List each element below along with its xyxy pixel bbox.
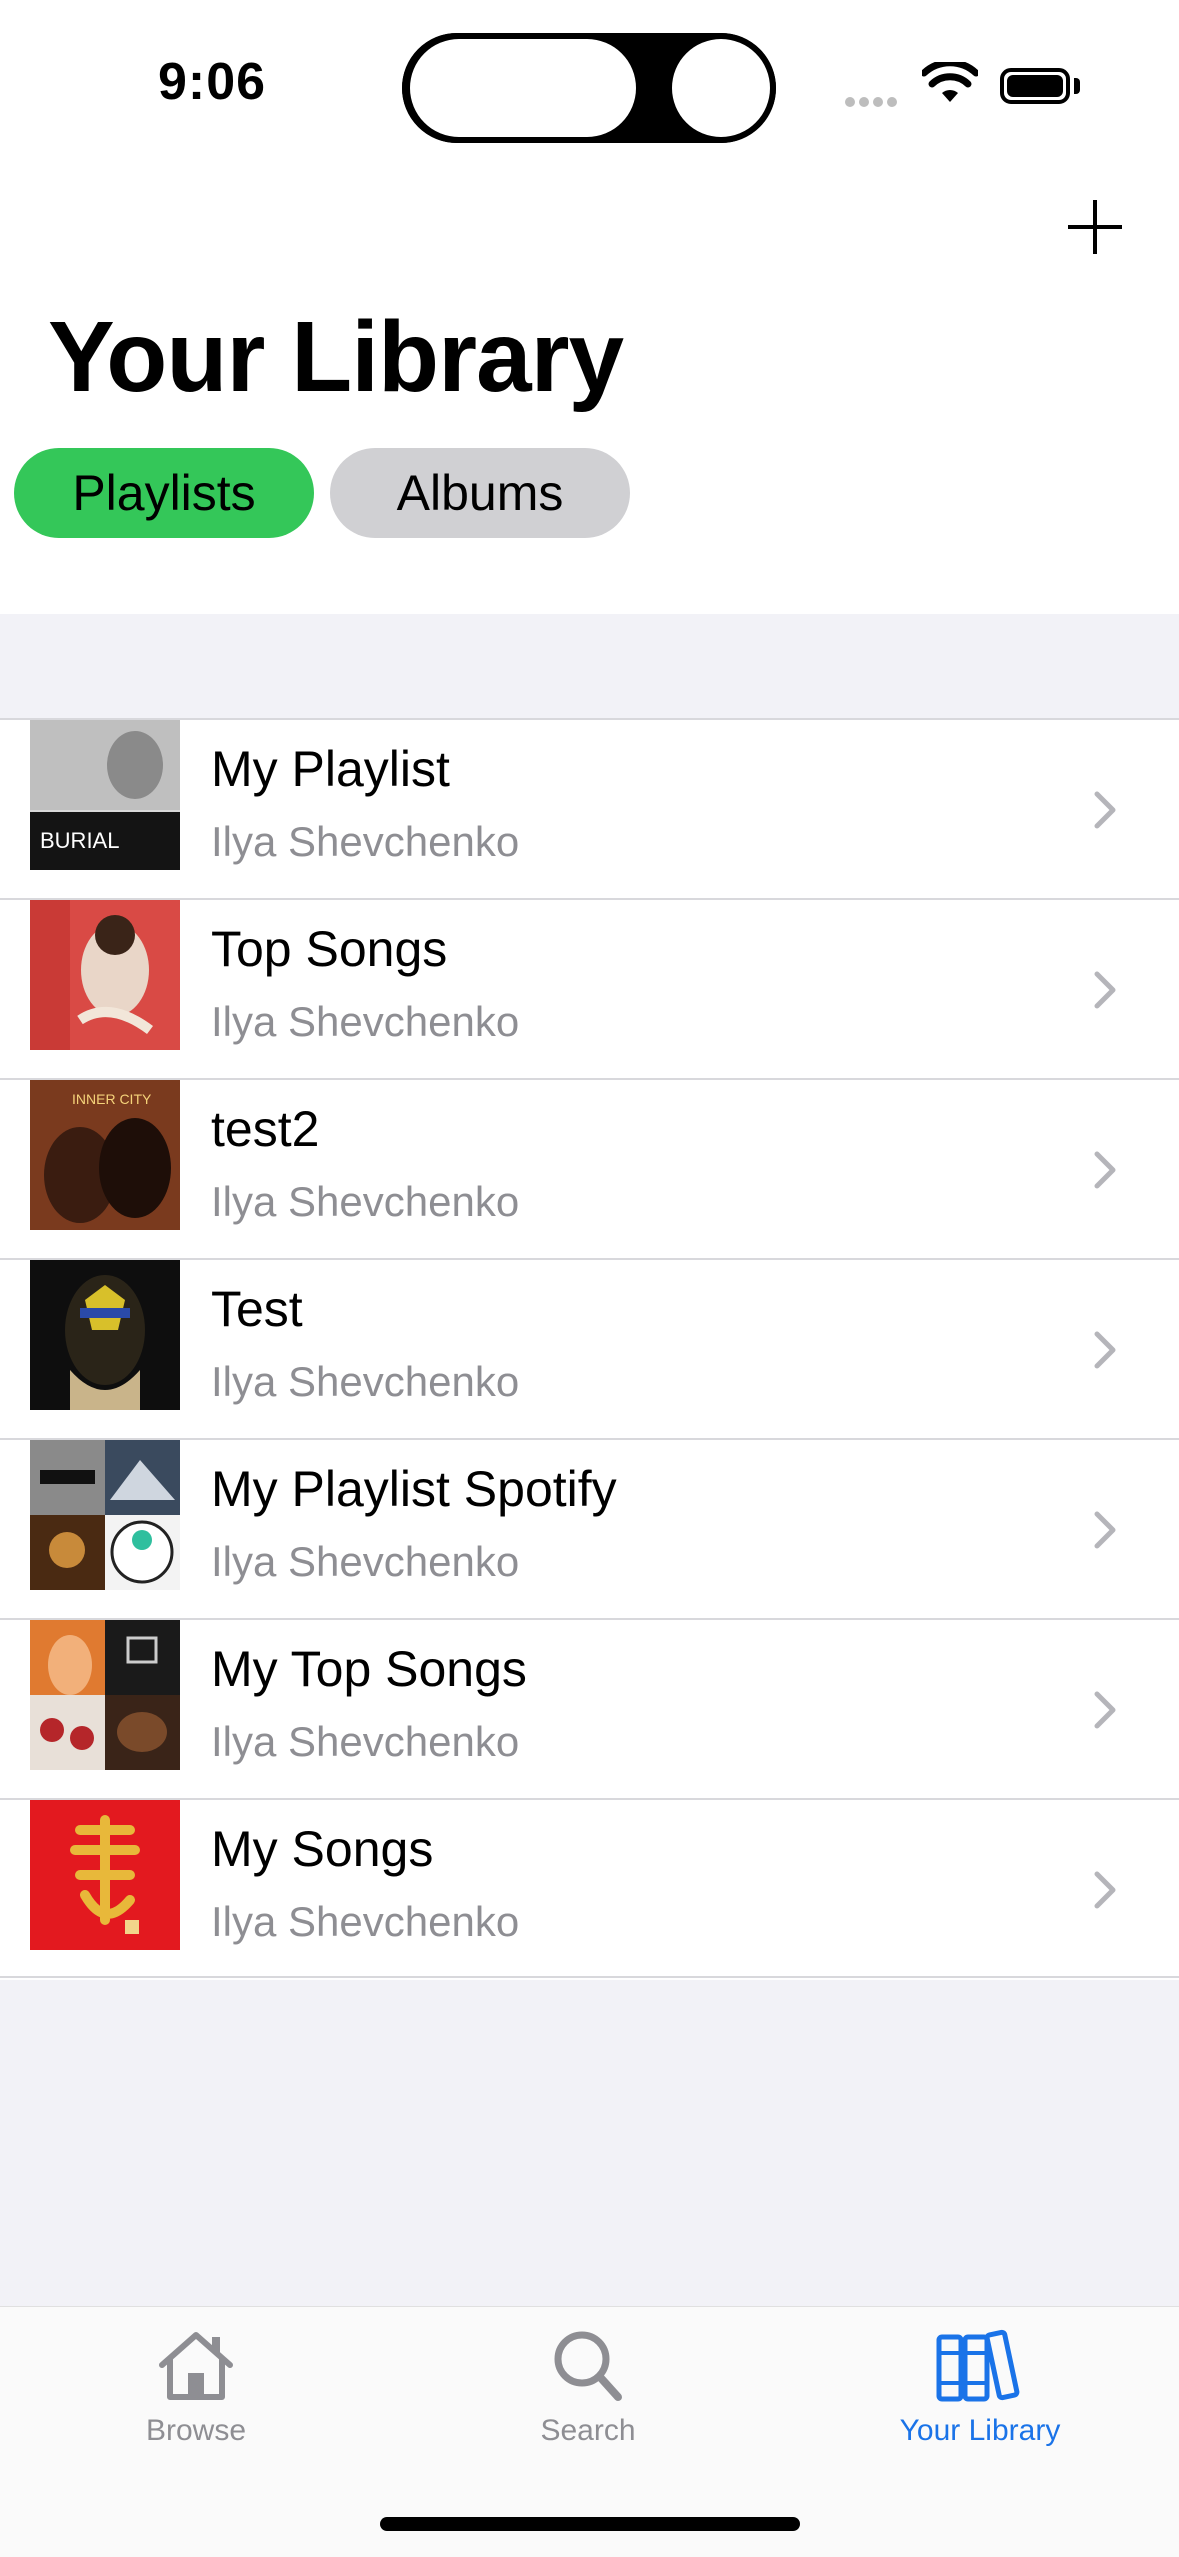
tab-search[interactable]: Search (458, 2327, 718, 2448)
tab-browse-label: Browse (145, 2414, 247, 2447)
svg-text:BURIAL: BURIAL (40, 828, 119, 853)
playlist-title: My Songs (211, 1821, 434, 1877)
playlist-artwork (30, 900, 180, 1050)
playlist-row[interactable]: My Songs Ilya Shevchenko (0, 1798, 1179, 1978)
segment-albums[interactable]: Albums (330, 448, 630, 538)
chevron-right-icon (1094, 971, 1116, 1009)
playlist-title: My Playlist Spotify (211, 1461, 617, 1517)
chevron-right-icon (1094, 791, 1116, 829)
library-icon (936, 2329, 1020, 2402)
playlist-row[interactable]: Top Songs Ilya Shevchenko (0, 898, 1179, 1078)
chevron-right-icon (1094, 1151, 1116, 1189)
wifi-icon (922, 62, 978, 102)
segment-playlists[interactable]: Playlists (14, 448, 314, 538)
tab-browse[interactable]: Browse (66, 2327, 326, 2448)
chevron-right-icon (1094, 1331, 1116, 1369)
playlist-owner: Ilya Shevchenko (211, 1718, 520, 1765)
page-title: Your Library (48, 301, 624, 413)
chevron-right-icon (1094, 1691, 1116, 1729)
playlist-title: My Top Songs (211, 1641, 527, 1697)
playlist-artwork (30, 1440, 180, 1590)
playlist-owner: Ilya Shevchenko (211, 1358, 520, 1405)
status-time: 9:06 (158, 53, 267, 111)
playlist-owner: Ilya Shevchenko (211, 998, 520, 1045)
status-bar: 9:06 (0, 0, 1179, 180)
playlist-row[interactable]: INNER CITY test2 Ilya Shevchenko (0, 1078, 1179, 1258)
playlist-title: Top Songs (211, 921, 448, 977)
segment-playlists-label: Playlists (72, 465, 256, 521)
tab-library[interactable]: Your Library (850, 2327, 1110, 2448)
list-header-spacer (0, 614, 1179, 720)
segment-albums-label: Albums (396, 465, 564, 521)
playlist-title: My Playlist (211, 741, 450, 797)
playlist-artwork: INNER CITY (30, 1080, 180, 1230)
playlist-artwork (30, 1800, 180, 1950)
playlist-row[interactable]: My Top Songs Ilya Shevchenko (0, 1618, 1179, 1798)
tab-search-label: Search (540, 2414, 636, 2447)
playlist-owner: Ilya Shevchenko (211, 1178, 520, 1225)
battery-icon (1000, 68, 1070, 104)
add-playlist-button[interactable] (1064, 196, 1126, 258)
playlist-list: BURIAL My Playlist Ilya Shevchenko Top S… (0, 718, 1179, 1978)
playlist-row[interactable]: BURIAL My Playlist Ilya Shevchenko (0, 718, 1179, 898)
home-indicator (380, 2517, 800, 2531)
playlist-artwork (30, 1260, 180, 1410)
cellular-icon (845, 94, 901, 112)
playlist-owner: Ilya Shevchenko (211, 1538, 520, 1585)
playlist-row[interactable]: Test Ilya Shevchenko (0, 1258, 1179, 1438)
playlist-title: test2 (211, 1101, 320, 1157)
playlist-artwork: BURIAL (30, 720, 180, 870)
chevron-right-icon (1094, 1511, 1116, 1549)
playlist-owner: Ilya Shevchenko (211, 818, 520, 865)
svg-text:INNER CITY: INNER CITY (72, 1091, 152, 1107)
tab-library-label: Your Library (899, 2414, 1061, 2447)
playlist-row[interactable]: My Playlist Spotify Ilya Shevchenko (0, 1438, 1179, 1618)
playlist-title: Test (211, 1281, 303, 1337)
playlist-owner: Ilya Shevchenko (211, 1898, 520, 1945)
chevron-right-icon (1094, 1871, 1116, 1909)
list-footer-spacer (0, 1980, 1179, 2306)
playlist-artwork (30, 1620, 180, 1770)
magnifier-icon (554, 2331, 622, 2401)
house-icon (159, 2332, 233, 2400)
